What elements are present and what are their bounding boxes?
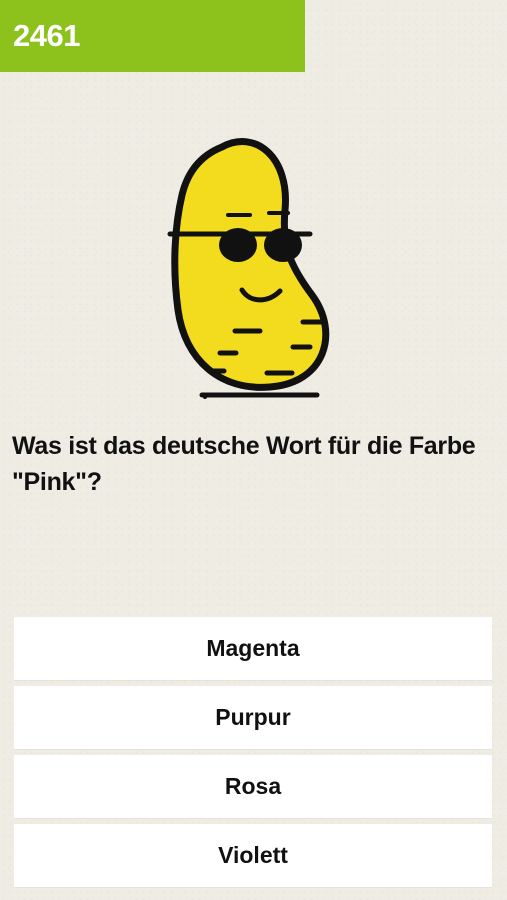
answer-button-violett[interactable]: Violett [14,824,492,887]
answer-button-purpur[interactable]: Purpur [14,686,492,749]
score-value: 2461 [13,18,80,53]
question-text: Was ist das deutsche Wort für die Farbe … [12,432,476,496]
answer-button-magenta[interactable]: Magenta [14,617,492,680]
score-badge: 2461 [0,0,305,72]
answer-button-rosa[interactable]: Rosa [14,755,492,818]
answer-list: Magenta Purpur Rosa Violett [14,617,492,893]
potato-with-sunglasses-icon [167,138,330,399]
